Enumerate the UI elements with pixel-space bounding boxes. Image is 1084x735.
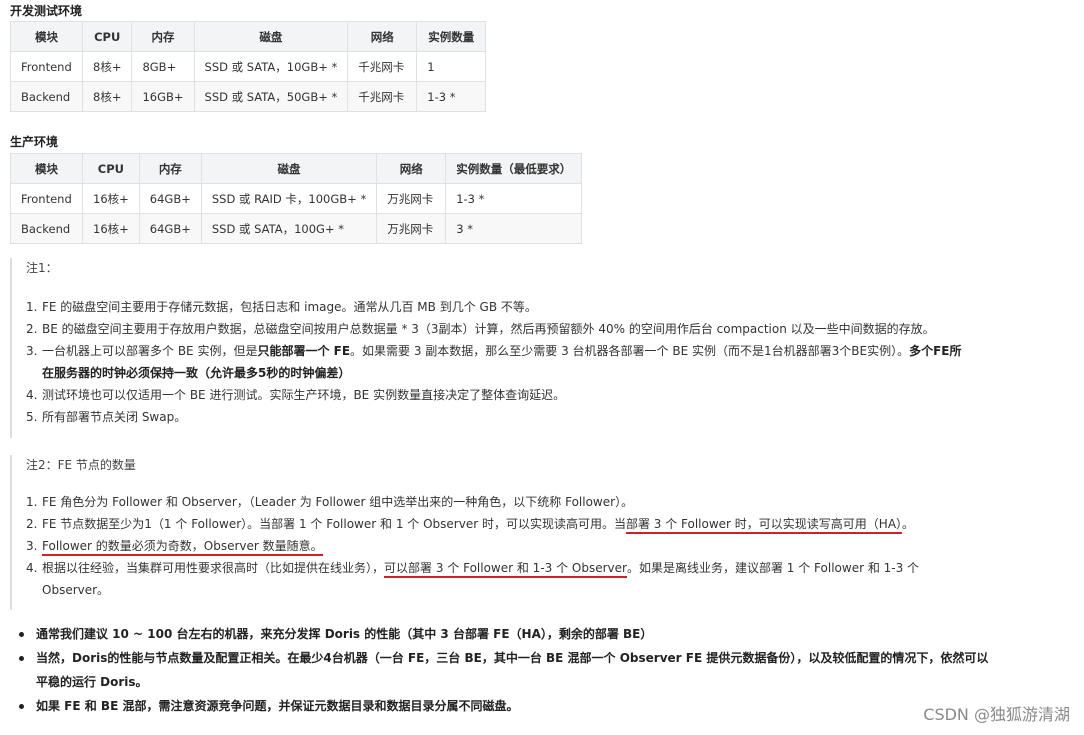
table-row: Backend 16核+ 64GB+ SSD 或 SATA，100G+ * 万兆… bbox=[10, 213, 583, 244]
table-cell: 3 * bbox=[445, 213, 583, 244]
col-header: 网络 bbox=[347, 21, 418, 52]
list-item: 通常我们建议 10 ~ 100 台左右的机器，来充分发挥 Doris 的性能（其… bbox=[10, 622, 1070, 646]
table-cell: 万兆网卡 bbox=[376, 213, 447, 244]
bullet-dot-icon bbox=[19, 656, 24, 661]
col-header: 磁盘 bbox=[193, 21, 349, 52]
bullet-text: 当然，Doris的性能与节点数量及配置正相关。在最少4台机器（一台 FE，三台 … bbox=[36, 651, 989, 665]
underlined-text: 部署 3 个 Follower 时，可以实现读写高可用（HA） bbox=[625, 517, 903, 534]
list-text: BE 的磁盘空间主要用于存放用户数据，总磁盘空间按用户总数据量 * 3（3副本）… bbox=[42, 322, 935, 336]
col-header: CPU bbox=[82, 153, 140, 184]
list-text: 根据以往经验，当集群可用性要求很高时（比如提供在线业务）， bbox=[42, 561, 385, 575]
list-item: 2. FE 节点数据至少为1（1 个 Follower）。当部署 1 个 Foll… bbox=[26, 513, 1066, 535]
dev-env-heading: 开发测试环境 bbox=[10, 4, 83, 18]
col-header: CPU bbox=[81, 21, 133, 52]
col-header: 网络 bbox=[376, 153, 447, 184]
table-cell: 8核+ bbox=[81, 81, 133, 112]
table-cell: 千兆网卡 bbox=[347, 51, 418, 82]
table-cell: 64GB+ bbox=[138, 213, 202, 244]
table-cell: 16核+ bbox=[82, 213, 140, 244]
table-cell: 1-3 * bbox=[416, 81, 487, 112]
list-text: 。 bbox=[902, 517, 915, 531]
table-cell: 8核+ bbox=[81, 51, 133, 82]
list-number: 2. bbox=[26, 322, 38, 336]
prod-env-table: 模块 CPU 内存 磁盘 网络 实例数量（最低要求） Frontend 16核+… bbox=[10, 153, 583, 244]
note-1-block: 注1： 1. FE 的磁盘空间主要用于存储元数据，包括日志和 image。通常从几… bbox=[10, 258, 1066, 438]
list-number: 1. bbox=[26, 495, 38, 509]
col-header: 磁盘 bbox=[200, 153, 378, 184]
bullet-text: 平稳的运行 Doris。 bbox=[36, 675, 148, 689]
bold-text: 在服务器的时钟必须保持一致（允许最多5秒的时钟偏差） bbox=[42, 366, 351, 380]
list-item: 当然，Doris的性能与节点数量及配置正相关。在最少4台机器（一台 FE，三台 … bbox=[10, 646, 1070, 694]
list-item: 1. FE 角色分为 Follower 和 Observer，（Leader 为 … bbox=[26, 491, 1066, 513]
list-number: 2. bbox=[26, 517, 38, 531]
dev-env-table: 模块 CPU 内存 磁盘 网络 实例数量 Frontend 8核+ 8GB+ S… bbox=[10, 21, 487, 112]
table-row: Frontend 8核+ 8GB+ SSD 或 SATA，10GB+ * 千兆网… bbox=[10, 51, 487, 82]
list-item: 2. BE 的磁盘空间主要用于存放用户数据，总磁盘空间按用户总数据量 * 3（3副… bbox=[26, 318, 1066, 340]
summary-bullets: 通常我们建议 10 ~ 100 台左右的机器，来充分发挥 Doris 的性能（其… bbox=[10, 622, 1070, 718]
list-number: 4. bbox=[26, 388, 38, 402]
list-item: 5. 所有部署节点关闭 Swap。 bbox=[26, 406, 1066, 428]
prod-env-heading: 生产环境 bbox=[10, 135, 59, 149]
note-2-title: 注2：FE 节点的数量 bbox=[26, 458, 136, 472]
col-header: 内存 bbox=[138, 153, 202, 184]
table-cell: 16GB+ bbox=[131, 81, 195, 112]
note-1-title: 注1： bbox=[26, 261, 58, 275]
list-text: 。如果需要 3 副本数据，那么至少需要 3 台机器各部署一个 BE 实例（而不是… bbox=[350, 344, 910, 358]
list-text: FE 节点数据至少为1（1 个 Follower）。当部署 1 个 Follow… bbox=[42, 517, 626, 531]
list-text: 。如果是离线业务，建议部署 1 个 Follower 和 1-3 个 bbox=[626, 561, 920, 575]
list-item: 1. FE 的磁盘空间主要用于存储元数据，包括日志和 image。通常从几百 MB… bbox=[26, 296, 1066, 318]
bullet-dot-icon bbox=[19, 704, 24, 709]
table-cell: Backend bbox=[10, 81, 83, 112]
table-cell: SSD 或 RAID 卡，100GB+ * bbox=[200, 183, 378, 214]
list-text: 所有部署节点关闭 Swap。 bbox=[42, 410, 187, 424]
list-text: FE 的磁盘空间主要用于存储元数据，包括日志和 image。通常从几百 MB 到… bbox=[42, 300, 537, 314]
bullet-text: 通常我们建议 10 ~ 100 台左右的机器，来充分发挥 Doris 的性能（其… bbox=[36, 627, 653, 641]
table-cell: Frontend bbox=[10, 51, 83, 82]
list-number: 3. bbox=[26, 539, 38, 553]
table-cell: 8GB+ bbox=[131, 51, 195, 82]
table-cell: 64GB+ bbox=[138, 183, 202, 214]
table-cell: SSD 或 SATA，10GB+ * bbox=[193, 51, 349, 82]
bullet-text: 如果 FE 和 BE 混部，需注意资源竞争问题，并保证元数据目录和数据目录分属不… bbox=[36, 699, 519, 713]
table-row: Backend 8核+ 16GB+ SSD 或 SATA，50GB+ * 千兆网… bbox=[10, 81, 487, 112]
bold-text: 只能部署一个 FE bbox=[257, 344, 351, 358]
table-row: Frontend 16核+ 64GB+ SSD 或 RAID 卡，100GB+ … bbox=[10, 183, 583, 214]
table-cell: 千兆网卡 bbox=[347, 81, 418, 112]
list-item: 如果 FE 和 BE 混部，需注意资源竞争问题，并保证元数据目录和数据目录分属不… bbox=[10, 694, 1070, 718]
table-cell: 1-3 * bbox=[445, 183, 583, 214]
list-item: 3. Follower 的数量必须为奇数，Observer 数量随意。 bbox=[26, 535, 1066, 557]
col-header: 实例数量（最低要求） bbox=[445, 153, 583, 184]
list-number: 4. bbox=[26, 561, 38, 575]
col-header: 模块 bbox=[10, 21, 83, 52]
list-number: 3. bbox=[26, 344, 38, 358]
table-cell: Frontend bbox=[10, 183, 83, 214]
list-number: 1. bbox=[26, 300, 38, 314]
list-item: 4. 根据以往经验，当集群可用性要求很高时（比如提供在线业务），可以部署 3 个 … bbox=[26, 557, 1066, 601]
bold-text: 多个FE所 bbox=[909, 344, 962, 358]
bullet-dot-icon bbox=[19, 632, 24, 637]
underlined-text: 可以部署 3 个 Follower 和 1-3 个 Observer bbox=[384, 561, 627, 578]
table-cell: SSD 或 SATA，100G+ * bbox=[200, 213, 378, 244]
watermark: CSDN @独狐游清湖 bbox=[923, 705, 1070, 724]
col-header: 模块 bbox=[10, 153, 83, 184]
note-2-list: 1. FE 角色分为 Follower 和 Observer，（Leader 为 … bbox=[26, 491, 1066, 601]
table-cell: SSD 或 SATA，50GB+ * bbox=[193, 81, 349, 112]
note-2-block: 注2：FE 节点的数量 1. FE 角色分为 Follower 和 Observe… bbox=[10, 455, 1066, 610]
list-number: 5. bbox=[26, 410, 38, 424]
list-text: FE 角色分为 Follower 和 Observer，（Leader 为 Fo… bbox=[42, 495, 634, 509]
table-cell: 16核+ bbox=[82, 183, 140, 214]
underlined-item: 3. Follower 的数量必须为奇数，Observer 数量随意。 bbox=[26, 539, 323, 556]
list-item: 4. 测试环境也可以仅适用一个 BE 进行测试。实际生产环境，BE 实例数量直接决… bbox=[26, 384, 1066, 406]
table-cell: Backend bbox=[10, 213, 83, 244]
col-header: 实例数量 bbox=[416, 21, 487, 52]
list-text: 一台机器上可以部署多个 BE 实例，但是 bbox=[42, 344, 258, 358]
list-item: 3. 一台机器上可以部署多个 BE 实例，但是只能部署一个 FE。如果需要 3 副… bbox=[26, 340, 1066, 384]
col-header: 内存 bbox=[131, 21, 195, 52]
list-text: 测试环境也可以仅适用一个 BE 进行测试。实际生产环境，BE 实例数量直接决定了… bbox=[42, 388, 566, 402]
table-cell: 万兆网卡 bbox=[376, 183, 447, 214]
note-1-list: 1. FE 的磁盘空间主要用于存储元数据，包括日志和 image。通常从几百 MB… bbox=[26, 296, 1066, 428]
list-text: Follower 的数量必须为奇数，Observer 数量随意。 bbox=[42, 539, 323, 553]
table-cell: 1 bbox=[416, 51, 487, 82]
list-text: Observer。 bbox=[42, 583, 110, 597]
